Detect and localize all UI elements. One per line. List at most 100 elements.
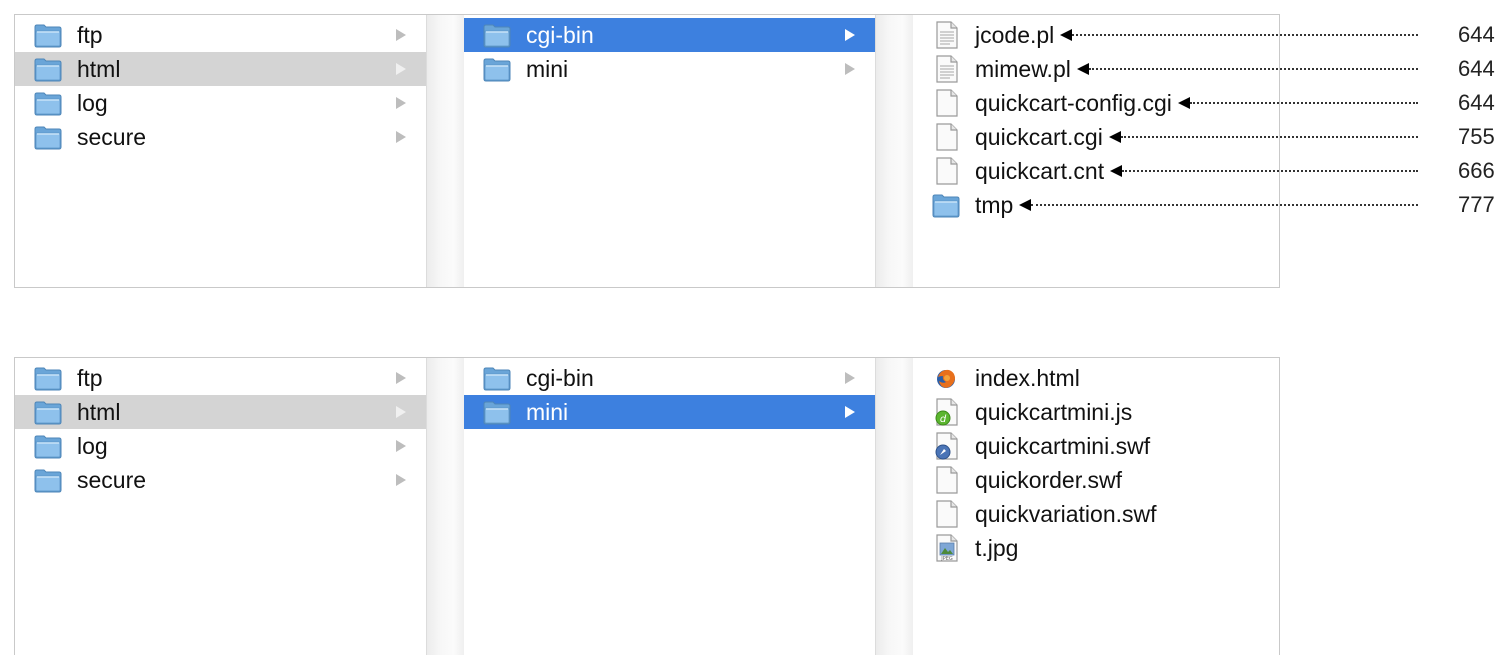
list-item[interactable]: html	[15, 52, 426, 86]
item-label: jcode.pl	[975, 21, 1055, 48]
list-item[interactable]: log	[15, 86, 426, 120]
item-label: quickcartmini.swf	[975, 432, 1151, 459]
item-label: ftp	[77, 364, 103, 391]
item-label: html	[77, 398, 121, 425]
item-label: index.html	[975, 364, 1080, 391]
blank-document-icon	[936, 500, 958, 528]
item-label: log	[77, 432, 108, 459]
permission-value: 644	[1458, 56, 1495, 81]
disclosure-arrow-icon	[845, 63, 855, 75]
folder-icon	[932, 194, 960, 218]
column-1: ftp html log secure	[15, 15, 426, 287]
item-label: quickorder.swf	[975, 466, 1123, 493]
column-1: ftp html log secure	[15, 358, 426, 655]
list-item[interactable]: cgi-bin	[464, 18, 875, 52]
item-label: quickcart.cnt	[975, 157, 1105, 184]
item-label: html	[77, 55, 121, 82]
item-label: mini	[526, 55, 569, 82]
dreamweaver-document-icon: d	[935, 398, 958, 426]
list-item[interactable]: quickcart-config.cgi	[913, 86, 1279, 120]
list-item[interactable]: secure	[15, 463, 426, 497]
permission-value: 644	[1458, 90, 1495, 115]
item-label: cgi-bin	[526, 21, 594, 48]
blank-document-icon	[936, 123, 958, 151]
permission-value: 755	[1458, 124, 1495, 149]
list-item[interactable]: cgi-bin	[464, 361, 875, 395]
folder-icon	[34, 367, 62, 391]
list-item[interactable]: quickcart.cgi	[913, 120, 1279, 154]
list-item[interactable]: index.html	[913, 361, 1279, 395]
item-label: ftp	[77, 21, 103, 48]
list-item[interactable]: ftp	[15, 18, 426, 52]
folder-icon	[483, 367, 511, 391]
blank-document-icon	[936, 466, 958, 494]
svg-text:JPEG: JPEG	[940, 556, 953, 562]
text-document-icon	[936, 21, 958, 49]
disclosure-arrow-icon	[845, 29, 855, 41]
list-item[interactable]: log	[15, 429, 426, 463]
list-item[interactable]: secure	[15, 120, 426, 154]
disclosure-arrow-icon	[396, 372, 406, 384]
folder-icon	[483, 401, 511, 425]
disclosure-arrow-icon	[396, 131, 406, 143]
list-item[interactable]: html	[15, 395, 426, 429]
column-divider[interactable]	[426, 15, 466, 287]
item-label: quickvariation.swf	[975, 500, 1157, 527]
item-label: mini	[526, 398, 569, 425]
list-item[interactable]: quickcartmini.swf	[913, 429, 1279, 463]
blank-document-icon	[936, 89, 958, 117]
list-item[interactable]: quickcart.cnt	[913, 154, 1279, 188]
column-browser-bottom: ftp html log secure cgi-bin mini index.html d…	[14, 357, 1280, 655]
folder-icon	[34, 469, 62, 493]
list-item[interactable]: mini	[464, 395, 875, 429]
text-document-icon	[936, 55, 958, 83]
list-item[interactable]: mimew.pl	[913, 52, 1279, 86]
column-3: index.html d quickcartmini.js quickcartmini…	[913, 358, 1279, 655]
folder-icon	[34, 435, 62, 459]
column-2: cgi-bin mini	[464, 358, 875, 655]
item-label: cgi-bin	[526, 364, 594, 391]
disclosure-arrow-icon	[396, 474, 406, 486]
list-item[interactable]: ftp	[15, 361, 426, 395]
item-label: secure	[77, 123, 147, 150]
list-item[interactable]: mini	[464, 52, 875, 86]
list-item[interactable]: jcode.pl	[913, 18, 1279, 52]
folder-icon	[34, 92, 62, 116]
folder-icon	[34, 58, 62, 82]
disclosure-arrow-icon	[396, 29, 406, 41]
safari-document-icon	[935, 432, 958, 460]
item-label: tmp	[975, 191, 1014, 218]
permission-value: 644	[1458, 22, 1495, 47]
item-label: quickcart.cgi	[975, 123, 1103, 150]
firefox-document-icon	[937, 369, 955, 388]
list-item[interactable]: JPEG t.jpg	[913, 531, 1279, 565]
blank-document-icon	[936, 157, 958, 185]
disclosure-arrow-icon	[396, 440, 406, 452]
folder-icon	[34, 126, 62, 150]
folder-icon	[483, 24, 511, 48]
disclosure-arrow-icon	[845, 406, 855, 418]
list-item[interactable]: quickvariation.swf	[913, 497, 1279, 531]
folder-icon	[483, 58, 511, 82]
svg-text:d: d	[940, 414, 947, 425]
item-label: secure	[77, 466, 147, 493]
disclosure-arrow-icon	[845, 372, 855, 384]
column-divider[interactable]	[875, 358, 915, 655]
column-browser-top: ftp html log secure cgi-bin mini jcode.pl mim…	[14, 14, 1280, 288]
disclosure-arrow-icon	[396, 63, 406, 75]
column-3: jcode.pl mimew.pl quickcart-config.cgi quic…	[913, 15, 1279, 287]
column-divider[interactable]	[426, 358, 466, 655]
column-divider[interactable]	[875, 15, 915, 287]
list-item[interactable]: quickorder.swf	[913, 463, 1279, 497]
permission-value: 777	[1458, 192, 1495, 217]
folder-icon	[34, 401, 62, 425]
item-label: t.jpg	[975, 534, 1019, 561]
permission-value: 666	[1458, 158, 1495, 183]
list-item[interactable]: tmp	[913, 188, 1279, 222]
column-2: cgi-bin mini	[464, 15, 875, 287]
item-label: quickcart-config.cgi	[975, 89, 1172, 116]
disclosure-arrow-icon	[396, 97, 406, 109]
list-item[interactable]: d quickcartmini.js	[913, 395, 1279, 429]
folder-icon	[34, 24, 62, 48]
item-label: mimew.pl	[975, 55, 1071, 82]
